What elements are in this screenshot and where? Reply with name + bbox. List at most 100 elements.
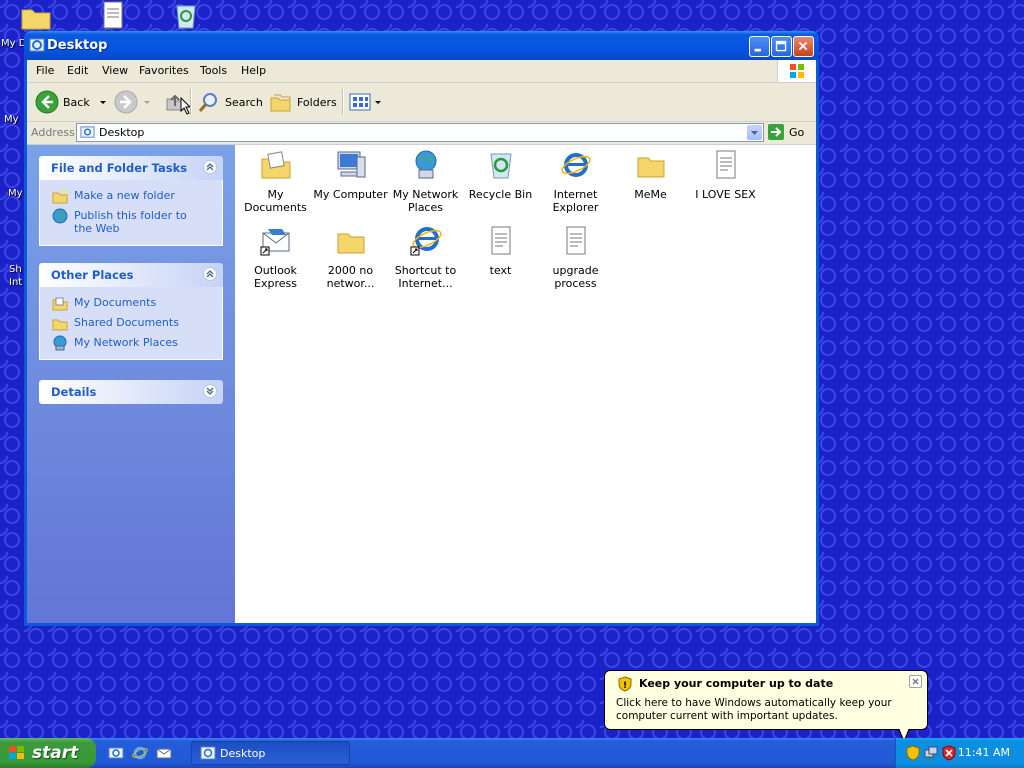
text-document-icon xyxy=(491,226,510,255)
file-item-my-documents[interactable]: My Documents xyxy=(238,149,313,214)
panel-header[interactable]: File and Folder Tasks xyxy=(39,156,223,180)
go-button[interactable]: Go xyxy=(767,123,804,141)
file-item-internet-explorer[interactable]: Internet Explorer xyxy=(538,149,613,214)
my-documents-icon xyxy=(52,297,68,311)
up-folder-button[interactable] xyxy=(164,89,192,115)
collapse-button[interactable] xyxy=(203,160,217,174)
chevron-down-icon[interactable] xyxy=(98,97,108,107)
internet-explorer-icon[interactable] xyxy=(132,745,148,761)
network-connection-icon[interactable] xyxy=(924,745,938,761)
views-button[interactable] xyxy=(349,89,383,115)
file-item-text[interactable]: text xyxy=(463,225,538,277)
start-label: start xyxy=(32,743,79,763)
collapse-button[interactable] xyxy=(203,267,217,281)
chevron-down-icon xyxy=(751,131,758,135)
close-icon xyxy=(798,41,808,51)
recycle-bin-icon[interactable] xyxy=(170,0,202,32)
file-item-outlook-express[interactable]: Outlook Express xyxy=(238,225,313,290)
desktop-label-internet[interactable]: Int xyxy=(9,277,22,288)
panel-body: Make a new folder Publish this folder to… xyxy=(39,180,223,246)
window-title: Desktop xyxy=(47,38,108,53)
automatic-updates-icon[interactable] xyxy=(906,745,920,761)
address-value: Desktop xyxy=(99,126,145,139)
panel-header[interactable]: Details xyxy=(39,380,223,404)
file-item-my-computer[interactable]: My Computer xyxy=(313,149,388,201)
show-desktop-icon[interactable] xyxy=(108,745,124,761)
close-button[interactable] xyxy=(793,36,814,57)
address-input[interactable]: Desktop xyxy=(76,123,764,142)
search-label: Search xyxy=(225,95,263,109)
address-bar: Address Desktop Go xyxy=(27,122,816,145)
folders-button[interactable]: Folders xyxy=(269,89,337,115)
shared-documents-icon xyxy=(52,319,68,331)
folder-icon[interactable] xyxy=(20,0,52,32)
file-label: My Documents xyxy=(244,188,307,214)
address-dropdown-button[interactable] xyxy=(747,125,762,140)
file-label: Recycle Bin xyxy=(468,188,533,201)
file-item-upgrade-process[interactable]: upgrade process xyxy=(538,225,613,290)
maximize-button[interactable] xyxy=(771,36,792,57)
menu-edit[interactable]: Edit xyxy=(67,64,88,77)
file-label: My Computer xyxy=(313,188,388,201)
text-document-icon[interactable] xyxy=(97,0,129,32)
outlook-express-icon xyxy=(260,229,289,256)
chevron-up-icon xyxy=(206,270,214,278)
taskbar-button-label: Desktop xyxy=(220,747,266,760)
security-center-icon[interactable] xyxy=(942,745,956,761)
task-label: Make a new folder xyxy=(74,189,175,202)
taskbar-button-desktop[interactable]: Desktop xyxy=(191,741,350,765)
expand-button[interactable] xyxy=(203,384,217,398)
windows-flag-icon xyxy=(790,64,804,78)
menu-help[interactable]: Help xyxy=(241,64,266,77)
file-label: I LOVE SEX xyxy=(695,188,756,201)
chevron-down-icon[interactable] xyxy=(142,97,152,107)
back-button[interactable]: Back xyxy=(35,89,108,115)
title-bar[interactable]: Desktop xyxy=(24,31,819,60)
desktop-label-my-network[interactable]: My xyxy=(8,188,23,199)
details-panel: Details xyxy=(39,380,223,404)
task-make-new-folder[interactable]: Make a new folder xyxy=(40,186,222,206)
panel-header[interactable]: Other Places xyxy=(39,263,223,287)
start-button[interactable]: start xyxy=(0,738,96,768)
balloon-title: Keep your computer up to date xyxy=(639,677,834,690)
search-button[interactable]: Search xyxy=(197,89,263,115)
minimize-button[interactable] xyxy=(749,36,770,57)
menu-file[interactable]: File xyxy=(36,64,54,77)
file-item-i-love-sex[interactable]: I LOVE SEX xyxy=(688,149,763,201)
update-balloon[interactable]: ! Keep your computer up to date Click he… xyxy=(604,670,928,730)
menu-tools[interactable]: Tools xyxy=(200,64,227,77)
publish-web-icon xyxy=(52,208,68,224)
back-arrow-icon xyxy=(35,90,59,114)
menu-favorites[interactable]: Favorites xyxy=(139,64,189,77)
close-icon xyxy=(912,678,919,685)
file-item-shortcut-internet[interactable]: Shortcut to Internet... xyxy=(388,225,463,290)
task-pane: File and Folder Tasks Make a new folder xyxy=(27,145,235,623)
desktop-label-shortcut[interactable]: Sh xyxy=(9,264,22,275)
file-item-meme[interactable]: MeMe xyxy=(613,149,688,201)
toolbar-separator xyxy=(342,89,344,115)
desktop-label-my-computer[interactable]: My xyxy=(4,114,19,125)
system-tray: 11:41 AM xyxy=(895,738,1024,768)
file-item-my-network-places[interactable]: My Network Places xyxy=(388,149,463,214)
file-label: Internet Explorer xyxy=(552,188,599,214)
network-places-icon xyxy=(53,335,67,351)
balloon-close-button[interactable] xyxy=(909,675,922,688)
forward-button[interactable] xyxy=(114,89,152,115)
place-network-places[interactable]: My Network Places xyxy=(40,333,222,353)
task-publish-web[interactable]: Publish this folder to the Web xyxy=(40,206,222,239)
desktop-label-my-documents[interactable]: My D xyxy=(1,38,26,49)
file-item-2000-no-network[interactable]: 2000 no networ... xyxy=(313,225,388,290)
text-document-icon xyxy=(566,226,585,255)
file-item-recycle-bin[interactable]: Recycle Bin xyxy=(463,149,538,201)
panel-title: File and Folder Tasks xyxy=(51,161,188,175)
place-shared-documents[interactable]: Shared Documents xyxy=(40,313,222,333)
back-label: Back xyxy=(63,95,90,109)
clock[interactable]: 11:41 AM xyxy=(958,746,1010,759)
svg-text:!: ! xyxy=(623,681,627,691)
toolbar-separator xyxy=(190,89,192,115)
chevron-down-icon xyxy=(206,387,214,395)
place-my-documents[interactable]: My Documents xyxy=(40,293,222,313)
menu-view[interactable]: View xyxy=(102,64,128,77)
desktop-icon xyxy=(80,126,95,138)
outlook-express-icon[interactable] xyxy=(156,745,172,761)
